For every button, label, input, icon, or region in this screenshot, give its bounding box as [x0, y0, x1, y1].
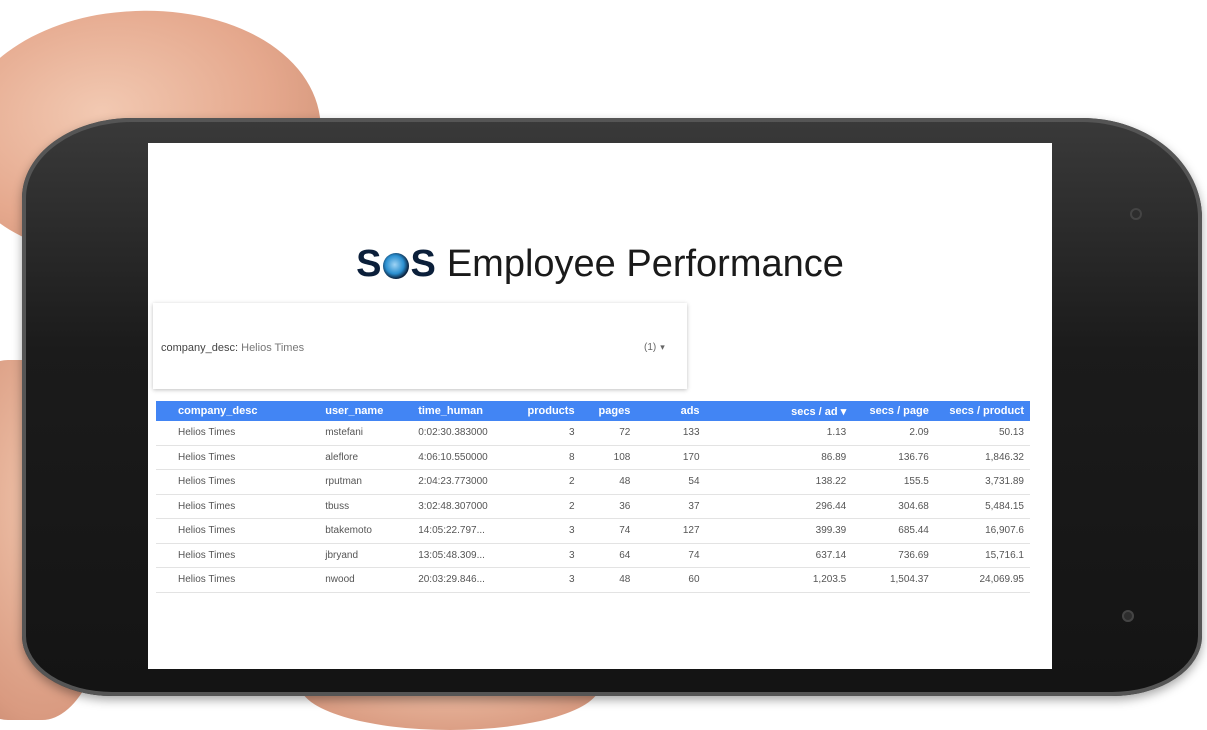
time-cell: 20:03:29.846...: [412, 567, 512, 593]
company-cell: Helios Times: [156, 445, 320, 470]
user-name-cell: jbryand: [319, 543, 413, 568]
company-cell: Helios Times: [156, 494, 320, 519]
time-cell: 3:02:48.307000: [412, 494, 512, 519]
user-name-cell: mstefani: [319, 421, 413, 446]
secs-per-ad-cell: 138.22: [705, 469, 853, 495]
secs-per-product-cell: 1,846.32: [934, 445, 1030, 470]
company-cell: Helios Times: [156, 421, 320, 446]
secs-per-product-cell: 24,069.95: [934, 567, 1030, 593]
products-cell: 2: [511, 494, 581, 519]
filter-label: company_desc: Helios Times: [161, 342, 305, 354]
table-row: Helios Times tbuss 3:02:48.307000 2 36 37 296.…: [156, 494, 1030, 519]
time-cell: 0:02:30.383000: [412, 421, 512, 446]
user-name-cell: btakemoto: [319, 518, 413, 544]
user-name-cell: nwood: [319, 567, 413, 593]
secs-per-page-cell: 2.09: [852, 421, 935, 446]
ads-cell: 60: [636, 567, 706, 593]
time-cell: 14:05:22.797...: [412, 518, 512, 544]
secs-per-ad-cell: 637.14: [705, 543, 853, 568]
secs-per-ad-cell: 296.44: [705, 494, 853, 519]
sensor-icon: [1122, 610, 1134, 622]
secs-per-product-cell: 50.13: [934, 421, 1030, 446]
performance-table: company_desc user_name time_human produc…: [156, 401, 1030, 593]
table-row: Helios Times jbryand 13:05:48.309... 3 64 74 6…: [156, 543, 1030, 568]
logo-globe-icon: [383, 253, 410, 279]
time-cell: 13:05:48.309...: [412, 543, 512, 568]
products-cell: 3: [511, 518, 581, 544]
products-cell: 2: [511, 469, 581, 495]
secs-per-page-cell: 736.69: [852, 543, 935, 568]
filter-count: (1): [644, 342, 657, 353]
column-header-products[interactable]: products: [511, 401, 581, 421]
secs-per-product-cell: 5,484.15: [934, 494, 1030, 519]
company-cell: Helios Times: [156, 518, 320, 544]
secs-per-page-cell: 136.76: [852, 445, 935, 470]
column-header-pages[interactable]: pages: [580, 401, 637, 421]
table-row: Helios Times rputman 2:04:23.773000 2 48 54 13…: [156, 469, 1030, 495]
table-header-row: company_desc user_name time_human produc…: [156, 401, 1030, 421]
pages-cell: 108: [580, 445, 637, 470]
secs-per-page-cell: 1,504.37: [852, 567, 935, 593]
time-cell: 4:06:10.550000: [412, 445, 512, 470]
table-row: Helios Times mstefani 0:02:30.383000 3 72 133…: [156, 421, 1030, 446]
ads-cell: 74: [636, 543, 706, 568]
user-name-cell: tbuss: [319, 494, 413, 519]
secs-per-ad-cell: 1,203.5: [705, 567, 853, 593]
report-header: S S Employee Performance: [148, 243, 1052, 286]
secs-per-ad-cell: 1.13: [705, 421, 853, 446]
company-cell: Helios Times: [156, 469, 320, 495]
secs-per-product-cell: 3,731.89: [934, 469, 1030, 495]
sort-desc-icon: ▾: [840, 405, 847, 418]
column-header-user-name[interactable]: user_name: [319, 401, 413, 421]
products-cell: 8: [511, 445, 581, 470]
pages-cell: 72: [580, 421, 637, 446]
company-cell: Helios Times: [156, 567, 320, 593]
column-header-secs-per-ad[interactable]: secs / ad ▾: [705, 401, 853, 421]
table-row: Helios Times btakemoto 14:05:22.797... 3 74 1…: [156, 518, 1030, 544]
column-header-time-human[interactable]: time_human: [412, 401, 512, 421]
secs-per-page-cell: 155.5: [852, 469, 935, 495]
chevron-down-icon: ▾: [660, 342, 665, 352]
column-header-company-desc[interactable]: company_desc: [156, 401, 320, 421]
filter-dropdown[interactable]: (1) ▾: [644, 342, 665, 353]
pages-cell: 48: [580, 567, 637, 593]
ads-cell: 133: [636, 421, 706, 446]
ads-cell: 127: [636, 518, 706, 544]
secs-per-product-cell: 16,907.6: [934, 518, 1030, 544]
pages-cell: 36: [580, 494, 637, 519]
company-filter-control[interactable]: company_desc: Helios Times (1) ▾: [153, 303, 687, 389]
page-title: Employee Performance: [446, 243, 844, 285]
pages-cell: 74: [580, 518, 637, 544]
secs-per-product-cell: 15,716.1: [934, 543, 1030, 568]
pages-cell: 48: [580, 469, 637, 495]
products-cell: 3: [511, 567, 581, 593]
table-row: Helios Times aleflore 4:06:10.550000 8 108 17…: [156, 445, 1030, 470]
products-cell: 3: [511, 543, 581, 568]
products-cell: 3: [511, 421, 581, 446]
column-header-ads[interactable]: ads: [636, 401, 706, 421]
filter-value: Helios Times: [241, 342, 305, 354]
user-name-cell: rputman: [319, 469, 413, 495]
column-header-secs-per-product[interactable]: secs / product: [934, 401, 1030, 421]
secs-per-ad-cell: 399.39: [705, 518, 853, 544]
table-row: Helios Times nwood 20:03:29.846... 3 48 60 1,2…: [156, 567, 1030, 593]
column-header-secs-per-page[interactable]: secs / page: [852, 401, 935, 421]
secs-per-ad-cell: 86.89: [705, 445, 853, 470]
phone-screen: S S Employee Performance company_desc: Hel…: [148, 143, 1052, 669]
time-cell: 2:04:23.773000: [412, 469, 512, 495]
company-cell: Helios Times: [156, 543, 320, 568]
camera-icon: [1130, 208, 1142, 220]
ads-cell: 170: [636, 445, 706, 470]
user-name-cell: aleflore: [319, 445, 413, 470]
ads-cell: 37: [636, 494, 706, 519]
secs-per-page-cell: 685.44: [852, 518, 935, 544]
scs-logo: SS: [356, 243, 437, 285]
pages-cell: 64: [580, 543, 637, 568]
secs-per-page-cell: 304.68: [852, 494, 935, 519]
ads-cell: 54: [636, 469, 706, 495]
